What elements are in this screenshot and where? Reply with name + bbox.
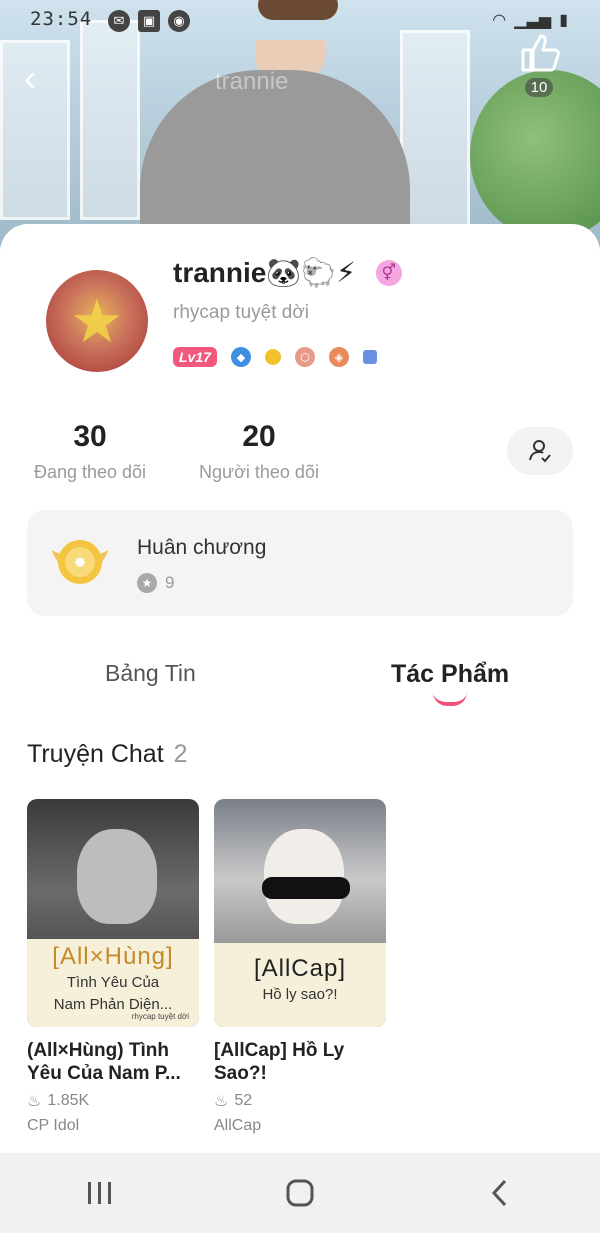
medal-count: ★ 9 [137, 573, 174, 593]
story-category: AllCap [214, 1117, 262, 1134]
profile-card: ★ trannie🐼🐑⚡ ⚥ rhycap tuyệt dời Lv17 ◆ ⬡… [0, 224, 600, 1233]
svg-text:✸: ✸ [73, 553, 86, 572]
profile-banner: trannie 23:54 ✉ ▣ ◉ ◠ ▁▃▅ ▮ ‹ 10 [0, 0, 600, 250]
story-views: ♨ 52 [214, 1091, 386, 1111]
system-navigation-bar [0, 1153, 600, 1233]
username-text: trannie🐼🐑⚡ [173, 257, 356, 288]
cover-title: [AllCap] [253, 955, 347, 982]
following-count: 30 [73, 420, 107, 453]
cover-credit: rhycap tuyệt dời [131, 1012, 189, 1021]
medal-icon: ✸ [49, 536, 111, 588]
window-decoration [400, 30, 470, 230]
story-views: ♨ 1.85K [27, 1091, 199, 1111]
coin-badge-icon[interactable] [264, 349, 281, 365]
status-time: 23:54 [30, 8, 93, 30]
cover-portrait [77, 829, 157, 924]
following-label: Đang theo dõi [33, 462, 147, 482]
shield-badge-icon[interactable]: ◈ [328, 347, 349, 367]
wifi-icon: ◠ [492, 12, 507, 29]
medal-count-value: 9 [165, 573, 175, 592]
star-circle-icon: ★ [137, 573, 157, 593]
story-title[interactable]: [AllCap] Hồ Ly Sao?! [214, 1039, 386, 1085]
window-decoration [80, 20, 140, 220]
story-category: CP Idol [27, 1117, 80, 1134]
profile-screen: trannie 23:54 ✉ ▣ ◉ ◠ ▁▃▅ ▮ ‹ 10 ★ trann… [0, 0, 600, 1233]
diamond-badge-icon[interactable]: ◆ [230, 347, 251, 367]
story-views-value: 52 [234, 1092, 253, 1109]
status-system-icons: ◠ ▁▃▅ ▮ [492, 10, 568, 30]
medal-section[interactable]: ✸ Huân chương ★ 9 [27, 510, 573, 616]
thumbs-up-icon [514, 30, 564, 74]
flame-icon: ♨ [214, 1093, 229, 1110]
follow-button[interactable] [507, 427, 573, 475]
back-arrow-icon[interactable]: ‹ [24, 60, 60, 96]
avatar[interactable]: ★ [46, 270, 148, 372]
hex-badge-icon[interactable]: ⬡ [294, 347, 315, 367]
home-icon[interactable] [270, 1163, 330, 1223]
section-title-text: Truyện Chat [27, 740, 164, 768]
status-notification-icons: ✉ ▣ ◉ [108, 10, 190, 32]
cover-caption: [AllCap] Hồ ly sao?! [214, 943, 386, 1027]
cover-sunglasses [262, 877, 350, 899]
like-button[interactable]: 10 [514, 30, 564, 100]
star-icon: ★ [70, 288, 124, 355]
gallery-icon: ▣ [138, 10, 160, 32]
cover-caption: [All×Hùng] Tình Yêu Của Nam Phản Diện...… [27, 939, 199, 1027]
recent-apps-icon[interactable] [70, 1163, 130, 1223]
medal-title: Huân chương [137, 536, 267, 559]
following-stat[interactable]: 30 Đang theo dõi [27, 420, 153, 483]
tab-works[interactable]: Tác Phẩm [391, 660, 509, 689]
back-icon[interactable] [470, 1163, 530, 1223]
username: trannie🐼🐑⚡ ⚥ [173, 256, 402, 289]
story-title[interactable]: (All×Hùng) Tình Yêu Của Nam P... [27, 1039, 199, 1085]
app-icon: ◉ [168, 10, 190, 32]
flame-icon: ♨ [27, 1093, 42, 1110]
story-cover[interactable]: [AllCap] Hồ ly sao?! [214, 799, 386, 1027]
story-card[interactable]: [AllCap] Hồ ly sao?! [AllCap] Hồ Ly Sao?… [214, 799, 386, 1135]
banner-watermark: trannie [215, 68, 289, 95]
followers-label: Người theo dõi [199, 462, 319, 482]
badge-row: Lv17 ◆ ⬡ ◈ [173, 347, 377, 367]
add-user-icon [529, 440, 551, 463]
followers-stat[interactable]: 20 Người theo dõi [192, 420, 326, 483]
section-title: Truyện Chat 2 [27, 740, 188, 769]
active-tab-indicator [433, 692, 467, 706]
battery-icon: ▮ [559, 12, 568, 29]
messenger-icon: ✉ [108, 10, 130, 32]
signal-icon: ▁▃▅ [514, 12, 552, 29]
profile-bio: rhycap tuyệt dời [173, 302, 310, 323]
like-count: 10 [524, 78, 554, 97]
followers-count: 20 [242, 420, 276, 453]
story-views-value: 1.85K [47, 1092, 90, 1109]
tab-feed[interactable]: Bảng Tin [105, 660, 196, 687]
section-count: 2 [173, 740, 188, 768]
story-cover[interactable]: [All×Hùng] Tình Yêu Của Nam Phản Diện...… [27, 799, 199, 1027]
gender-icon: ⚥ [375, 259, 402, 286]
card-badge-icon[interactable] [362, 350, 377, 364]
cover-subtitle: Hồ ly sao?! [262, 986, 338, 1003]
story-card[interactable]: [All×Hùng] Tình Yêu Của Nam Phản Diện...… [27, 799, 199, 1135]
character-body [140, 70, 410, 250]
character-hair [258, 0, 338, 20]
cover-title: [All×Hùng] [52, 943, 174, 970]
level-badge[interactable]: Lv17 [173, 347, 217, 367]
cover-subtitle: Tình Yêu Của [66, 974, 160, 991]
